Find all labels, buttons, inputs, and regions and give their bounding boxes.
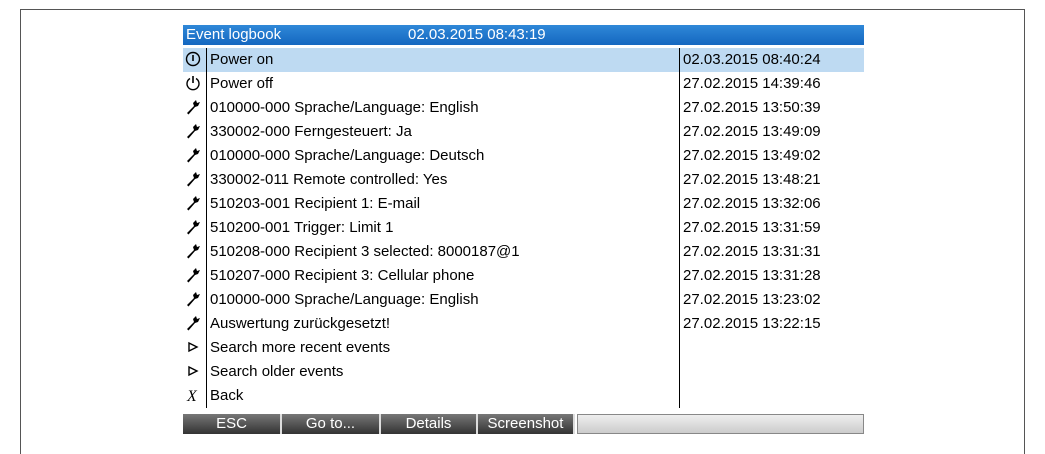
svg-text:X: X [186, 388, 198, 403]
wrench-icon [185, 243, 203, 261]
row-separator [206, 120, 207, 144]
event-row[interactable]: Auswertung zurückgesetzt! 27.02.2015 13:2… [183, 312, 864, 336]
wrench-icon [185, 147, 203, 165]
event-row[interactable]: 010000-000 Sprache/Language: Deutsch 27.0… [183, 144, 864, 168]
row-separator [206, 264, 207, 288]
screenshot-softkey[interactable]: Screenshot [478, 414, 575, 434]
row-separator [206, 384, 207, 408]
event-row[interactable]: 510203-001 Recipient 1: E-mail 27.02.2015… [183, 192, 864, 216]
row-separator [206, 360, 207, 384]
wrench-icon [185, 315, 203, 333]
event-row[interactable]: 510207-000 Recipient 3: Cellular phone 27… [183, 264, 864, 288]
wrench-icon [185, 195, 203, 213]
event-timestamp: 27.02.2015 13:49:02 [683, 147, 821, 164]
row-separator [206, 288, 207, 312]
event-list: Power on 02.03.2015 08:40:24 Power off 27.0… [183, 48, 864, 408]
event-timestamp: 27.02.2015 13:31:31 [683, 243, 821, 260]
event-row[interactable]: 330002-011 Remote controlled: Yes 27.02.2… [183, 168, 864, 192]
empty-softkey [577, 414, 864, 434]
event-label: 510207-000 Recipient 3: Cellular phone [210, 267, 475, 284]
row-separator [206, 48, 207, 72]
event-timestamp: 27.02.2015 13:49:09 [683, 123, 821, 140]
current-datetime: 02.03.2015 08:43:19 [408, 26, 546, 43]
event-row[interactable]: Power off 27.02.2015 14:39:46 [183, 72, 864, 96]
event-logbook-screen: Event logbook 02.03.2015 08:43:19 Power … [183, 25, 864, 435]
event-label: Back [210, 387, 244, 404]
event-label: Search older events [210, 363, 344, 380]
event-row[interactable]: Search more recent events [183, 336, 864, 360]
event-label: 510203-001 Recipient 1: E-mail [210, 195, 421, 212]
play-icon [185, 363, 203, 381]
event-row[interactable]: Power on 02.03.2015 08:40:24 [183, 48, 864, 72]
event-timestamp: 27.02.2015 13:48:21 [683, 171, 821, 188]
wrench-icon [185, 291, 203, 309]
row-separator [206, 96, 207, 120]
power-on-icon [185, 51, 203, 69]
event-row[interactable]: 010000-000 Sprache/Language: English 27.0… [183, 288, 864, 312]
wrench-icon [185, 219, 203, 237]
row-separator [206, 72, 207, 96]
event-label: 010000-000 Sprache/Language: Deutsch [210, 147, 485, 164]
row-separator [206, 216, 207, 240]
row-separator [206, 312, 207, 336]
event-timestamp: 02.03.2015 08:40:24 [683, 51, 821, 68]
event-timestamp: 27.02.2015 13:31:59 [683, 219, 821, 236]
wrench-icon [185, 267, 203, 285]
back-icon: X [185, 387, 203, 405]
power-off-icon [185, 75, 203, 93]
column-divider [679, 48, 680, 408]
event-label: Power on [210, 51, 274, 68]
event-label: 330002-000 Ferngesteuert: Ja [210, 123, 412, 140]
event-row[interactable]: 010000-000 Sprache/Language: English 27.0… [183, 96, 864, 120]
title-bar: Event logbook 02.03.2015 08:43:19 [183, 25, 864, 45]
event-timestamp: 27.02.2015 14:39:46 [683, 75, 821, 92]
event-timestamp: 27.02.2015 13:31:28 [683, 267, 821, 284]
play-icon [185, 339, 203, 357]
event-row[interactable]: X Back [183, 384, 864, 408]
row-separator [206, 168, 207, 192]
details-softkey[interactable]: Details [381, 414, 478, 434]
event-label: 010000-000 Sprache/Language: English [210, 99, 479, 116]
event-timestamp: 27.02.2015 13:50:39 [683, 99, 821, 116]
event-label: 010000-000 Sprache/Language: English [210, 291, 479, 308]
event-label: 330002-011 Remote controlled: Yes [210, 171, 448, 188]
event-row[interactable]: 510208-000 Recipient 3 selected: 8000187… [183, 240, 864, 264]
event-label: Auswertung zurückgesetzt! [210, 315, 391, 332]
event-label: Power off [210, 75, 274, 92]
event-label: 510208-000 Recipient 3 selected: 8000187… [210, 243, 520, 260]
event-row[interactable]: Search older events [183, 360, 864, 384]
row-separator [206, 192, 207, 216]
wrench-icon [185, 99, 203, 117]
esc-softkey[interactable]: ESC [183, 414, 282, 434]
event-timestamp: 27.02.2015 13:23:02 [683, 291, 821, 308]
wrench-icon [185, 171, 203, 189]
event-row[interactable]: 510200-001 Trigger: Limit 1 27.02.2015 13… [183, 216, 864, 240]
screen-title: Event logbook [186, 26, 282, 43]
row-separator [206, 240, 207, 264]
goto-softkey[interactable]: Go to... [282, 414, 381, 434]
softkey-bar: ESC Go to... Details Screenshot [183, 414, 864, 434]
wrench-icon [185, 123, 203, 141]
event-timestamp: 27.02.2015 13:32:06 [683, 195, 821, 212]
event-label: 510200-001 Trigger: Limit 1 [210, 219, 394, 236]
row-separator [206, 144, 207, 168]
event-timestamp: 27.02.2015 13:22:15 [683, 315, 821, 332]
event-row[interactable]: 330002-000 Ferngesteuert: Ja 27.02.2015 1… [183, 120, 864, 144]
row-separator [206, 336, 207, 360]
event-label: Search more recent events [210, 339, 391, 356]
